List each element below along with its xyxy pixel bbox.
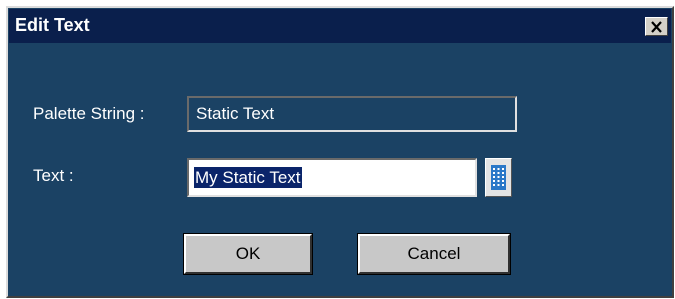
text-label: Text : (33, 166, 74, 185)
edit-text-dialog: Edit Text Palette String : Static Text T… (6, 6, 674, 298)
keypad-button[interactable] (485, 158, 512, 197)
dialog-title: Edit Text (15, 15, 90, 35)
title-bar: Edit Text (9, 9, 671, 43)
text-input-value: My Static Text (194, 167, 302, 188)
close-button[interactable] (645, 17, 668, 36)
ok-button[interactable]: OK (183, 233, 313, 275)
palette-string-label: Palette String : (33, 104, 145, 123)
text-input[interactable]: My Static Text (187, 158, 477, 197)
palette-string-field: Static Text (187, 96, 517, 132)
keypad-grid-icon (491, 165, 506, 190)
cancel-button[interactable]: Cancel (357, 233, 511, 275)
close-icon (651, 20, 662, 33)
